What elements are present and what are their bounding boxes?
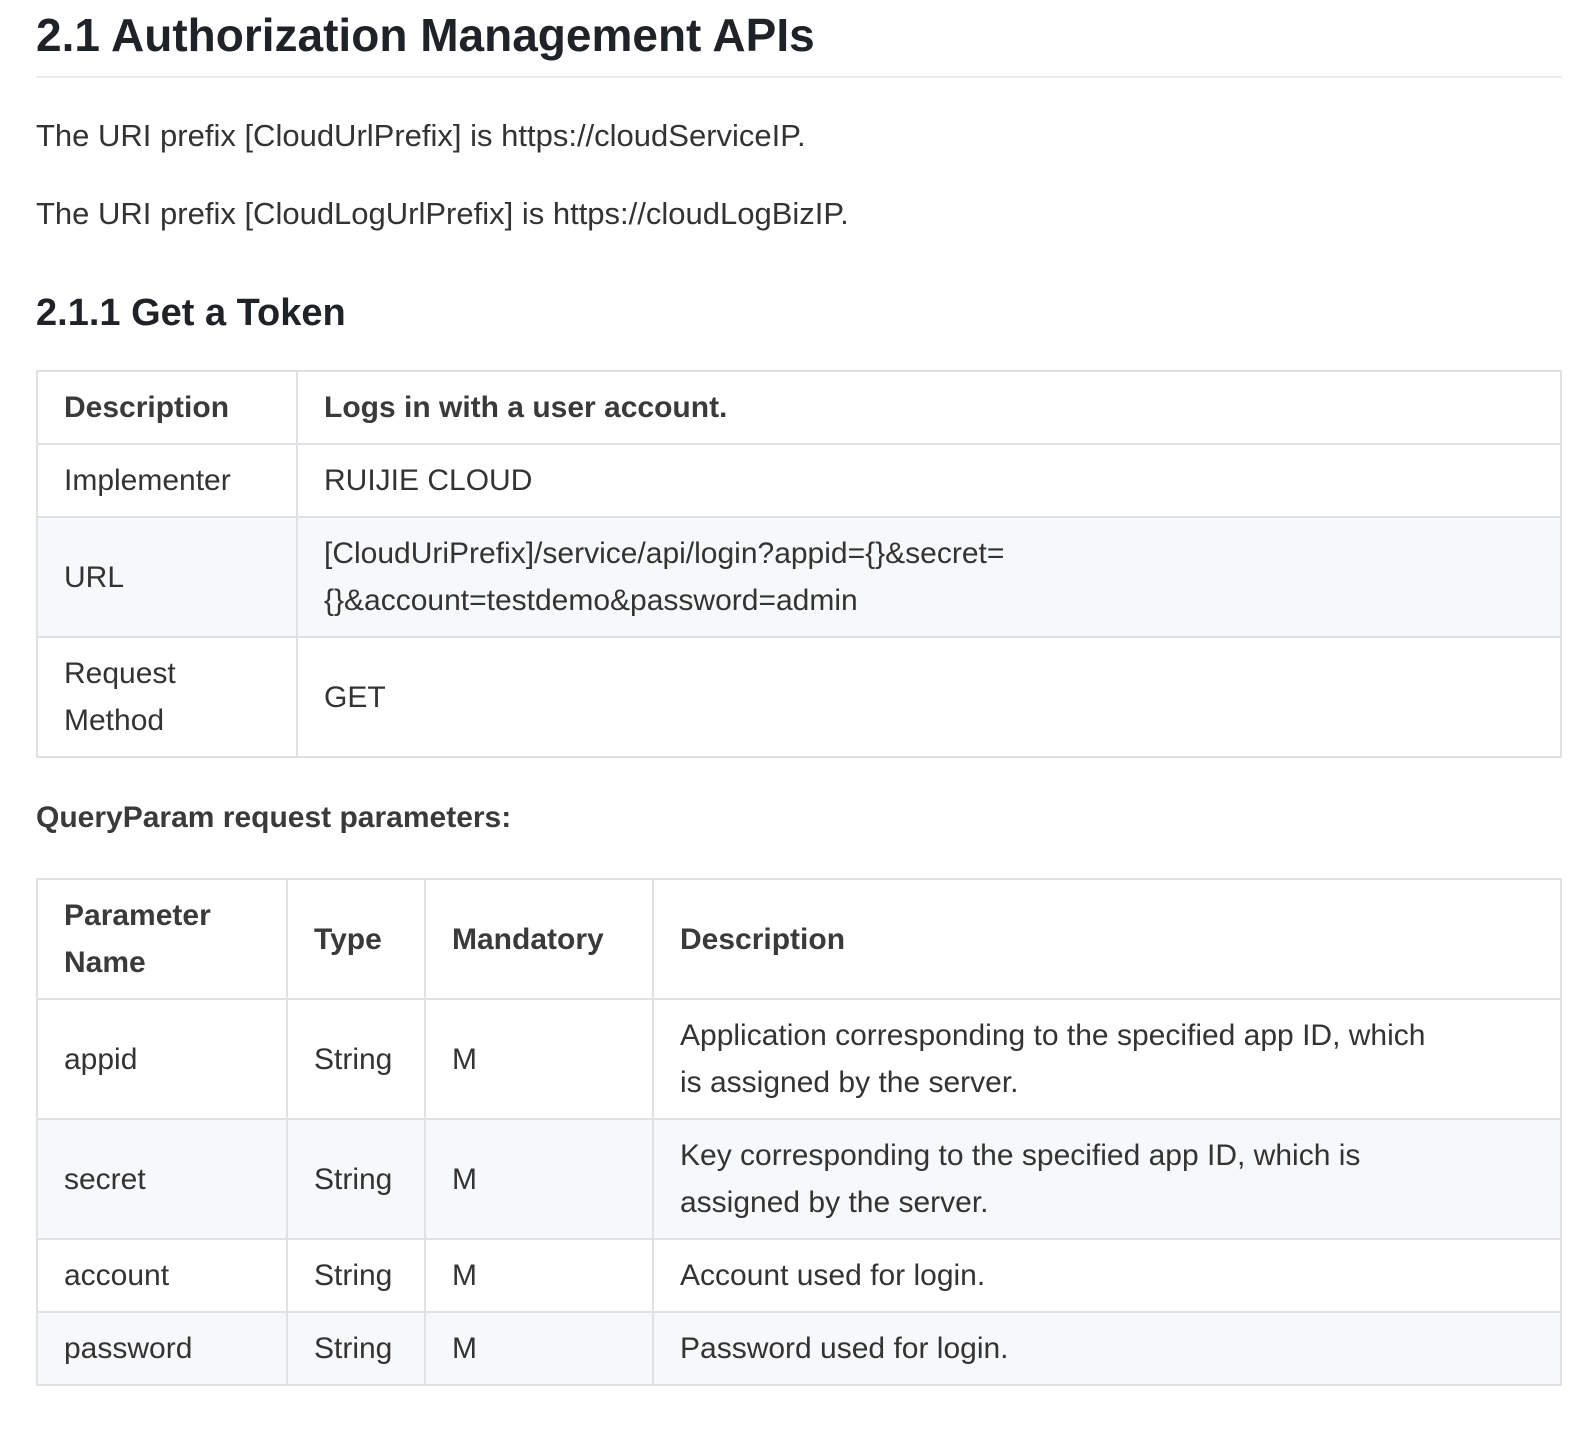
param-name-header: Parameter Name [36, 878, 288, 1000]
table-row: secret String M Key corresponding to the… [36, 1118, 1562, 1240]
table-row: Description Logs in with a user account. [36, 370, 1562, 445]
implementer-value-cell: RUIJIE CLOUD [296, 443, 1562, 518]
param-type-cell: String [286, 1311, 426, 1386]
description-line: is assigned by the server. [680, 1066, 1019, 1099]
cloud-log-url-prefix-text: The URI prefix [CloudLogUrlPrefix] is ht… [36, 196, 849, 231]
subsection-title: 2.1.1 Get a Token [36, 292, 346, 334]
description-value-cell: Logs in with a user account. [296, 370, 1562, 445]
table-row: password String M Password used for logi… [36, 1311, 1562, 1386]
table-row: appid String M Application corresponding… [36, 998, 1562, 1120]
param-description-cell: Key corresponding to the specified app I… [652, 1118, 1562, 1240]
url-key-cell: URL [36, 516, 298, 638]
param-name-cell: appid [36, 998, 288, 1120]
url-value-cell: [CloudUriPrefix]/service/api/login?appid… [296, 516, 1562, 638]
table-row: Request Method GET [36, 636, 1562, 758]
mandatory-header: Mandatory [424, 878, 654, 1000]
param-name-cell: account [36, 1238, 288, 1313]
param-type-cell: String [286, 1238, 426, 1313]
header-line: Parameter [64, 899, 211, 932]
title-divider [36, 76, 1562, 78]
param-mandatory-cell: M [424, 1311, 654, 1386]
request-method-key-cell: Request Method [36, 636, 298, 758]
param-mandatory-cell: M [424, 1238, 654, 1313]
query-params-table: Parameter Name Type Mandatory Descriptio… [36, 878, 1562, 1386]
api-info-table: Description Logs in with a user account.… [36, 370, 1562, 758]
implementer-key-cell: Implementer [36, 443, 298, 518]
query-params-label: QueryParam request parameters: [36, 801, 512, 834]
description-key-cell: Description [36, 370, 298, 445]
param-name-cell: password [36, 1311, 288, 1386]
key-line: Method [64, 704, 165, 737]
param-description-cell: Application corresponding to the specifi… [652, 998, 1562, 1120]
param-mandatory-cell: M [424, 1118, 654, 1240]
description-line: Application corresponding to the specifi… [680, 1019, 1426, 1052]
param-description-cell: Password used for login. [652, 1311, 1562, 1386]
param-type-cell: String [286, 998, 426, 1120]
table-header-row: Parameter Name Type Mandatory Descriptio… [36, 878, 1562, 1000]
param-mandatory-cell: M [424, 998, 654, 1120]
table-row: URL [CloudUriPrefix]/service/api/login?a… [36, 516, 1562, 638]
document-page: 2.1 Authorization Management APIs The UR… [36, 0, 1562, 1386]
request-method-value-cell: GET [296, 636, 1562, 758]
param-name-cell: secret [36, 1118, 288, 1240]
type-header: Type [286, 878, 426, 1000]
description-header: Description [652, 878, 1562, 1000]
param-type-cell: String [286, 1118, 426, 1240]
description-line: Key corresponding to the specified app I… [680, 1139, 1361, 1172]
section-title: 2.1 Authorization Management APIs [36, 9, 815, 61]
header-line: Name [64, 946, 146, 979]
key-line: Request [64, 657, 176, 690]
param-description-cell: Account used for login. [652, 1238, 1562, 1313]
url-value-line: [CloudUriPrefix]/service/api/login?appid… [324, 537, 1005, 570]
description-line: assigned by the server. [680, 1186, 989, 1219]
url-value-line: {}&account=testdemo&password=admin [324, 584, 858, 617]
table-row: account String M Account used for login. [36, 1238, 1562, 1313]
table-row: Implementer RUIJIE CLOUD [36, 443, 1562, 518]
cloud-url-prefix-text: The URI prefix [CloudUrlPrefix] is https… [36, 118, 806, 153]
